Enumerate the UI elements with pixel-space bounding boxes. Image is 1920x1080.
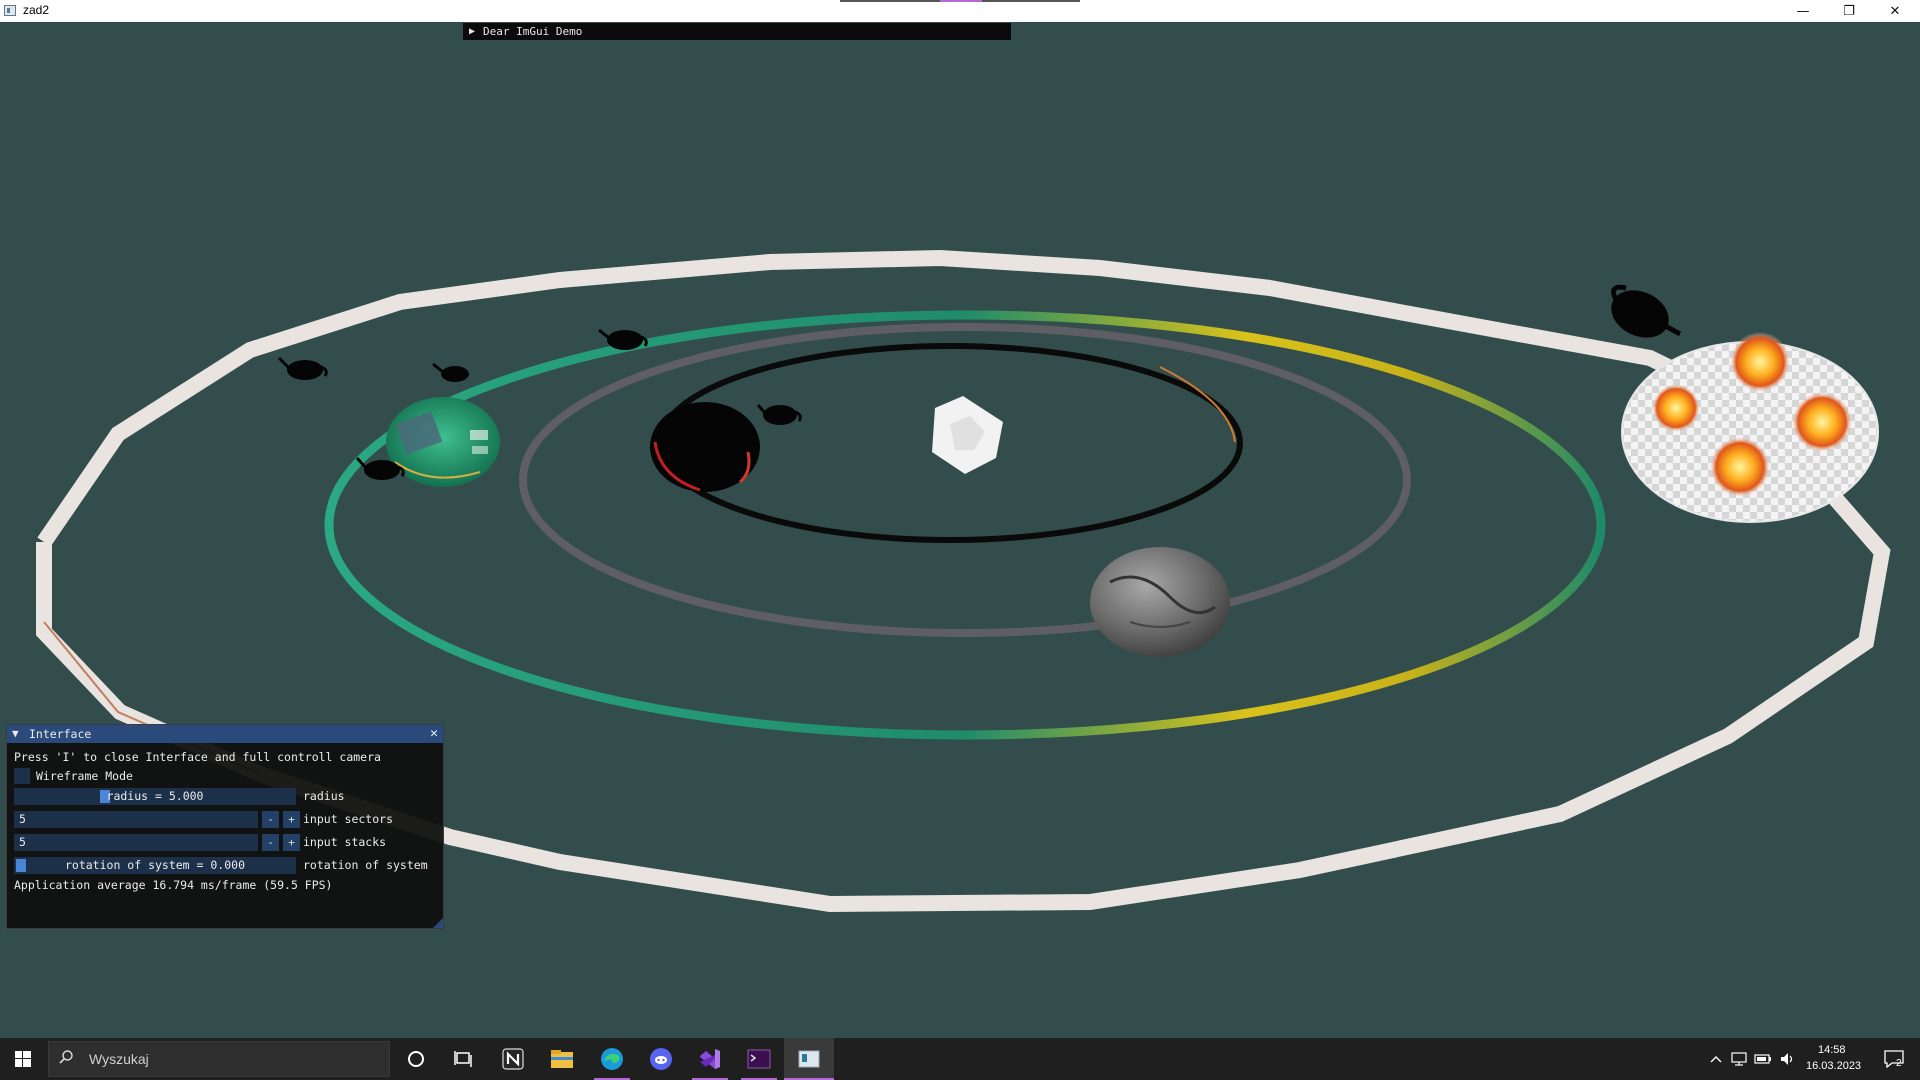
taskbar-search-box[interactable]: Wyszukaj <box>48 1041 390 1077</box>
search-icon <box>59 1050 73 1064</box>
interface-panel: ▼ Interface ✕ Press 'I' to close Interfa… <box>6 724 444 929</box>
battery-icon[interactable] <box>1752 1038 1774 1080</box>
dark-planet <box>650 402 760 492</box>
interface-panel-header[interactable]: ▼ Interface ✕ <box>7 725 443 743</box>
chevron-up-icon[interactable] <box>1706 1038 1726 1080</box>
maximize-button[interactable]: ❐ <box>1826 0 1872 22</box>
resize-grip[interactable] <box>433 918 443 928</box>
collapse-arrow-icon[interactable]: ▶ <box>469 23 475 40</box>
rotation-label: rotation of system <box>303 858 428 872</box>
task-view-icon[interactable] <box>440 1038 488 1080</box>
file-explorer-icon[interactable] <box>538 1038 586 1080</box>
green-orbit <box>324 310 1606 740</box>
windows-start-icon[interactable] <box>0 1038 46 1080</box>
sectors-decrement-button[interactable]: - <box>262 811 279 828</box>
radius-slider-value: radius = 5.000 <box>106 789 204 803</box>
zad2-app-icon[interactable] <box>784 1038 834 1080</box>
stacks-decrement-button[interactable]: - <box>262 834 279 851</box>
terminal-icon[interactable] <box>735 1038 783 1080</box>
visual-studio-icon[interactable] <box>686 1038 734 1080</box>
network-icon[interactable] <box>1728 1038 1750 1080</box>
windows-taskbar: Wyszukaj 14:58 16.03.2023 2 <box>0 1038 1920 1080</box>
close-button[interactable]: ✕ <box>1872 0 1918 22</box>
hint-text: Press 'I' to close Interface and full co… <box>14 750 381 764</box>
cortana-icon[interactable] <box>392 1038 440 1080</box>
title-bar-accent-purple <box>940 0 982 2</box>
sun-cube <box>932 396 1003 474</box>
window-title-bar: zad2 — ❐ ✕ <box>0 0 1920 23</box>
interface-panel-title: Interface <box>29 727 92 741</box>
search-placeholder: Wyszukaj <box>89 1051 149 1067</box>
sectors-input-value: 5 <box>19 812 26 826</box>
clock-time[interactable]: 14:58 <box>1818 1044 1846 1056</box>
sectors-input[interactable]: 5 <box>14 811 258 828</box>
stone-planet <box>1090 547 1230 657</box>
notification-count: 2 <box>1896 1058 1902 1069</box>
collapse-arrow-icon[interactable]: ▼ <box>12 727 19 740</box>
volume-icon[interactable] <box>1776 1038 1798 1080</box>
discord-icon[interactable] <box>637 1038 685 1080</box>
imgui-demo-window-collapsed[interactable]: ▶ Dear ImGui Demo <box>463 23 1011 40</box>
teapot <box>432 362 469 382</box>
radius-label: radius <box>303 789 345 803</box>
teapot <box>756 404 802 425</box>
wireframe-checkbox-label: Wireframe Mode <box>36 769 133 783</box>
teapot <box>1611 284 1682 338</box>
notification-center-icon[interactable]: 2 <box>1872 1038 1916 1080</box>
teapot <box>277 356 328 380</box>
wireframe-checkbox[interactable] <box>14 768 30 784</box>
rotation-slider[interactable]: rotation of system = 0.000 <box>14 857 296 874</box>
app-window-icon <box>4 5 16 16</box>
stacks-label: input stacks <box>303 835 387 849</box>
window-title: zad2 <box>23 3 50 17</box>
stacks-input-value: 5 <box>19 835 26 849</box>
sectors-label: input sectors <box>303 812 394 826</box>
sectors-increment-button[interactable]: + <box>283 811 300 828</box>
close-icon[interactable]: ✕ <box>430 726 438 741</box>
minimize-button[interactable]: — <box>1780 0 1826 22</box>
rotation-slider-value: rotation of system = 0.000 <box>64 858 245 872</box>
radius-slider[interactable]: radius = 5.000 <box>14 788 296 805</box>
clock-date[interactable]: 16.03.2023 <box>1806 1060 1861 1072</box>
grey-orbit <box>519 323 1411 637</box>
notion-icon[interactable] <box>489 1038 537 1080</box>
stacks-increment-button[interactable]: + <box>283 834 300 851</box>
stacks-input[interactable]: 5 <box>14 834 258 851</box>
fps-text: Application average 16.794 ms/frame (59.… <box>14 878 333 892</box>
demo-window-title: Dear ImGui Demo <box>483 25 583 38</box>
edge-icon[interactable] <box>588 1038 636 1080</box>
